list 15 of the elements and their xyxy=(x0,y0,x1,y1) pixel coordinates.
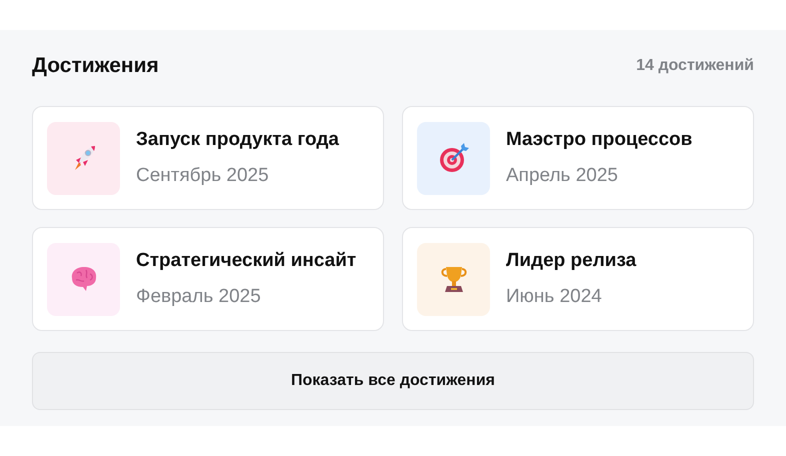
achievement-count: 14 достижений xyxy=(636,57,754,75)
section-title: Достижения xyxy=(32,54,159,78)
show-all-button[interactable]: Показать все достижения xyxy=(32,352,754,410)
achievement-card[interactable]: Лидер релиза Июнь 2024 xyxy=(402,227,754,331)
achievement-title: Лидер релиза xyxy=(506,250,636,272)
achievement-card[interactable]: Маэстро процессов Апрель 2025 xyxy=(402,106,754,210)
achievement-title: Маэстро процессов xyxy=(506,129,692,151)
achievement-date: Июнь 2024 xyxy=(506,286,603,308)
achievement-card[interactable]: Запуск продукта года Сентябрь 2025 xyxy=(32,106,384,210)
achievement-title: Запуск продукта года xyxy=(136,129,339,151)
achievement-date: Февраль 2025 xyxy=(136,286,262,308)
achievement-card[interactable]: Стратегический инсайт Февраль 2025 xyxy=(32,227,384,331)
achievement-title: Стратегический инсайт xyxy=(136,250,356,272)
achievement-date: Сентябрь 2025 xyxy=(136,165,270,187)
achievement-date: Апрель 2025 xyxy=(506,165,619,187)
